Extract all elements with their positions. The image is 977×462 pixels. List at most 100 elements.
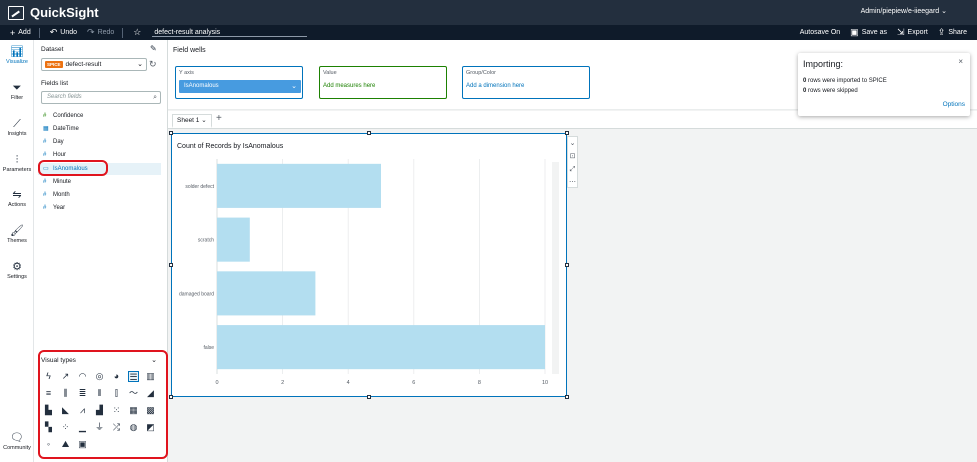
bar-solder-defect bbox=[217, 163, 381, 208]
highlight-visual-types bbox=[38, 350, 168, 459]
field-item-datetime[interactable]: ▦ DateTime bbox=[38, 123, 161, 135]
field-item-day[interactable]: # Day bbox=[38, 136, 161, 148]
add-measures-placeholder: Add measures here bbox=[323, 83, 376, 89]
dimension-icon: # bbox=[43, 179, 47, 185]
undo-icon: ↶ bbox=[49, 27, 58, 37]
resize-handle[interactable] bbox=[565, 263, 569, 267]
field-item-year[interactable]: # Year bbox=[38, 202, 161, 214]
actions-icon: ⇋ bbox=[12, 189, 22, 201]
chevron-down-icon: ⌄ bbox=[201, 117, 207, 124]
add-button[interactable]: + Add bbox=[10, 28, 31, 38]
options-link[interactable]: Options bbox=[943, 101, 965, 108]
rail-visualize-label: Visualize bbox=[6, 59, 28, 65]
resize-handle[interactable] bbox=[367, 395, 371, 399]
field-item-confidence[interactable]: # Confidence bbox=[38, 110, 161, 122]
user-menu[interactable]: Admin/piepiew/e-iieegard ⌄ bbox=[861, 7, 947, 15]
skipped-text: rows were skipped bbox=[808, 88, 858, 94]
more-options-icon[interactable]: ⋯ bbox=[568, 176, 577, 189]
bar-chart-icon: 📊︎ bbox=[10, 46, 24, 58]
category-label: solder defect bbox=[185, 184, 214, 190]
rail-filter-label: Filter bbox=[10, 95, 24, 101]
resize-handle[interactable] bbox=[169, 263, 173, 267]
skipped-count: 0 bbox=[803, 88, 807, 94]
category-label: damaged board bbox=[179, 291, 214, 297]
focus-icon[interactable]: ⊡ bbox=[568, 150, 577, 163]
redo-icon: ↷ bbox=[87, 27, 95, 37]
x-tick-label: 0 bbox=[215, 380, 218, 386]
resize-handle[interactable] bbox=[565, 395, 569, 399]
bar-chart-visual[interactable]: Count of Records by IsAnomalous 0 2 4 6 8 10 s… bbox=[171, 133, 567, 397]
app-title: QuickSight bbox=[30, 5, 99, 20]
search-fields-input[interactable]: Search fields ⌕ bbox=[41, 91, 161, 104]
add-label: Add bbox=[18, 29, 31, 36]
favorite-button[interactable]: ☆ bbox=[133, 27, 144, 38]
value-label: Value bbox=[323, 70, 337, 76]
redo-button[interactable]: ↷ Redo bbox=[87, 27, 114, 38]
quicksight-logo[interactable]: QuickSight bbox=[8, 5, 99, 20]
share-icon: ⇪ bbox=[937, 27, 946, 37]
field-item-month[interactable]: # Month bbox=[38, 189, 161, 201]
chevron-down-icon: ⌄ bbox=[137, 61, 143, 68]
field-name: Minute bbox=[53, 179, 72, 185]
toolbar-divider bbox=[38, 27, 40, 38]
close-icon[interactable]: × bbox=[958, 57, 963, 66]
rail-actions[interactable]: ⇋ Actions bbox=[0, 189, 34, 208]
quicksight-app: QuickSight Admin/piepiew/e-iieegard ⌄ + A… bbox=[0, 0, 977, 462]
bar-scratch bbox=[217, 217, 250, 262]
share-label: Share bbox=[948, 29, 967, 36]
add-sheet-button[interactable]: + bbox=[216, 113, 222, 124]
x-tick-label: 10 bbox=[542, 380, 548, 386]
y-axis-field-name: IsAnomalous bbox=[184, 83, 219, 89]
resize-handle[interactable] bbox=[169, 131, 173, 135]
rail-parameters[interactable]: ⫶ Parameters bbox=[0, 154, 34, 173]
bar-damaged-board bbox=[217, 271, 316, 316]
autosave-toggle[interactable]: Autosave On bbox=[800, 29, 840, 36]
export-button[interactable]: ⇲ Export bbox=[897, 27, 928, 38]
gear-icon: ⚙ bbox=[12, 261, 22, 273]
dimension-icon: # bbox=[43, 205, 47, 211]
rail-settings[interactable]: ⚙ Settings bbox=[0, 261, 34, 280]
visual-menu: ⌄ ⊡ ⤢ ⋯ bbox=[567, 136, 578, 188]
resize-handle[interactable] bbox=[367, 131, 371, 135]
rail-insights[interactable]: ⟋ Insights bbox=[0, 118, 34, 137]
plus-icon: + bbox=[10, 27, 16, 38]
rail-community[interactable]: 🗨︎ Community bbox=[0, 432, 34, 451]
undo-button[interactable]: ↶ Undo bbox=[50, 27, 77, 38]
save-as-label: Save as bbox=[861, 29, 887, 36]
filter-icon: ⏷ bbox=[12, 82, 22, 94]
rail-settings-label: Settings bbox=[7, 274, 27, 280]
calendar-icon: ▦ bbox=[43, 126, 49, 132]
resize-handle[interactable] bbox=[565, 131, 569, 135]
dataset-label: Dataset bbox=[41, 46, 64, 53]
tab-sheet-1[interactable]: Sheet 1 ⌄ bbox=[172, 114, 212, 128]
export-icon: ⇲ bbox=[896, 27, 905, 37]
dataset-select[interactable]: SPICE defect-result ⌄ bbox=[41, 58, 147, 71]
analysis-name-input[interactable]: defect-result analysis bbox=[152, 29, 308, 37]
rail-filter[interactable]: ⏷ Filter bbox=[0, 82, 34, 101]
save-as-button[interactable]: ▣ Save as bbox=[850, 27, 887, 38]
group-color-label: Group/Color bbox=[466, 70, 496, 76]
toolbar-right: Autosave On ▣ Save as ⇲ Export ⇪ Share bbox=[800, 25, 977, 40]
value-well[interactable]: Value Add measures here bbox=[319, 66, 447, 99]
resize-handle[interactable] bbox=[169, 395, 173, 399]
y-axis-label: Y axis bbox=[179, 70, 194, 76]
imported-count: 0 bbox=[803, 78, 807, 84]
rail-themes[interactable]: 🖌︎ Themes bbox=[0, 225, 34, 244]
chevron-down-icon: ⌄ bbox=[291, 83, 297, 90]
dimension-icon: # bbox=[43, 192, 47, 198]
rail-actions-label: Actions bbox=[7, 202, 27, 208]
y-axis-well[interactable]: Y axis IsAnomalous ⌄ bbox=[175, 66, 303, 99]
skipped-rows-text: 0 rows were skipped bbox=[803, 88, 858, 94]
y-axis-field-chip[interactable]: IsAnomalous ⌄ bbox=[179, 80, 301, 93]
expand-icon[interactable]: ⤢ bbox=[568, 163, 577, 176]
refresh-icon[interactable]: ↻ bbox=[149, 59, 157, 70]
share-button[interactable]: ⇪ Share bbox=[938, 27, 967, 38]
redo-label: Redo bbox=[97, 29, 115, 36]
collapse-chevron-icon[interactable]: ⌄ bbox=[568, 137, 577, 150]
group-color-well[interactable]: Group/Color Add a dimension here bbox=[462, 66, 590, 99]
field-wells-label: Field wells bbox=[173, 47, 206, 54]
field-item-minute[interactable]: # Minute bbox=[38, 176, 161, 188]
rail-visualize[interactable]: 📊︎ Visualize bbox=[0, 46, 34, 65]
undo-label: Undo bbox=[60, 29, 78, 36]
edit-dataset-icon[interactable]: ✎ bbox=[150, 44, 157, 53]
